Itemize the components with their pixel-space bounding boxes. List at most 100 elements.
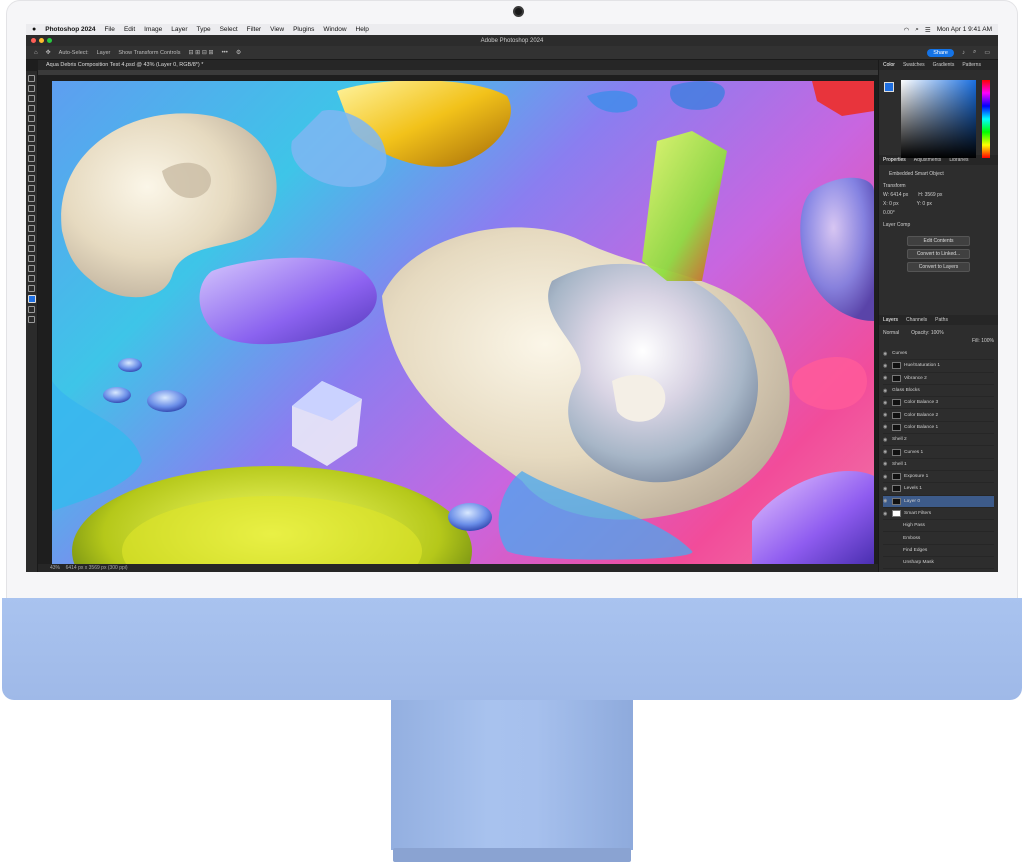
layer-row[interactable]: ◉ Color Balance 1 [883,422,994,435]
eye-icon[interactable]: ◉ [883,498,889,504]
document-canvas[interactable] [52,81,874,564]
eye-icon[interactable]: ◉ [883,486,889,492]
opacity-field[interactable]: Opacity: 100% [911,330,944,336]
menu-layer[interactable]: Layer [171,26,187,33]
clock[interactable]: Mon Apr 1 9:41 AM [937,26,992,33]
menu-select[interactable]: Select [220,26,238,33]
smart-filter-row[interactable]: Unsharp Mask [883,557,994,570]
y-field[interactable]: Y: 0 px [917,201,932,207]
path-select-tool[interactable] [28,245,35,252]
healing-tool[interactable] [28,145,35,152]
blend-mode-select[interactable]: Normal [883,330,899,336]
smart-filter-row[interactable]: High Pass [883,520,994,533]
lasso-tool[interactable] [28,95,35,102]
transform-controls-checkbox[interactable]: Show Transform Controls [118,50,180,56]
width-field[interactable]: W: 6414 px [883,192,908,198]
convert-to-layers-button[interactable]: Convert to Layers [907,262,970,272]
layer-row[interactable]: ◉ Shell 1 [883,459,994,471]
layer-row-selected[interactable]: ◉ Layer 0 [883,495,994,508]
eye-icon[interactable]: ◉ [883,511,889,517]
blur-tool[interactable] [28,205,35,212]
move-tool-icon[interactable]: ✥ [46,49,51,56]
layer-row[interactable]: ◉ Hue/Saturation 1 [883,360,994,373]
shape-tool[interactable] [28,255,35,262]
search-icon[interactable]: ⌕ [915,26,919,34]
fill-field[interactable]: Fill: 100% [972,338,994,344]
more-options-icon[interactable]: ••• [222,50,228,56]
menu-image[interactable]: Image [144,26,162,33]
object-select-tool[interactable] [28,105,35,112]
eye-icon[interactable]: ◉ [883,388,889,394]
document-tab[interactable]: Aqua Debris Composition Test 4.psd @ 43%… [38,60,878,70]
app-menu[interactable]: Photoshop 2024 [45,26,95,33]
eye-icon[interactable]: ◉ [883,437,889,443]
layer-row[interactable]: ◉ Color Balance 2 [883,409,994,422]
pen-tool[interactable] [28,225,35,232]
history-brush-tool[interactable] [28,175,35,182]
eye-icon[interactable]: ◉ [883,424,889,430]
eye-icon[interactable]: ◉ [883,351,889,357]
menu-help[interactable]: Help [356,26,369,33]
layer-row[interactable]: ◉ Exposure 1 [883,471,994,484]
zoom-level[interactable]: 43% [50,565,60,571]
eye-icon[interactable]: ◉ [883,363,889,369]
eye-icon[interactable]: ◉ [883,474,889,480]
layer-row[interactable]: ◉ Glass Blocks [883,385,994,398]
height-field[interactable]: H: 3569 px [918,192,942,198]
tab-color[interactable]: Color [883,62,895,68]
screen-mode-tool[interactable] [28,316,35,323]
zoom-tool[interactable] [28,275,35,282]
tab-layers[interactable]: Layers [883,317,898,323]
menu-filter[interactable]: Filter [247,26,261,33]
convert-to-linked-button[interactable]: Convert to Linked... [907,249,970,259]
hue-slider[interactable] [982,80,990,158]
settings-gear-icon[interactable]: ⚙ [236,49,241,56]
smart-filter-row[interactable]: Find Edges [883,545,994,558]
layer-row[interactable]: ◉ Vibrance 2 [883,373,994,385]
menu-type[interactable]: Type [196,26,210,33]
auto-select-checkbox[interactable]: Auto-Select: [59,50,89,56]
menu-plugins[interactable]: Plugins [293,26,314,33]
foreground-color-swatch[interactable] [27,295,36,303]
control-center-icon[interactable]: ☰ [925,26,931,34]
edit-contents-button[interactable]: Edit Contents [907,236,970,246]
frame-tool[interactable] [28,125,35,132]
marquee-tool[interactable] [28,85,35,92]
layer-row[interactable]: ◉ Curves 1 [883,446,994,459]
hand-tool[interactable] [28,265,35,272]
move-tool[interactable] [28,75,35,82]
tab-channels[interactable]: Channels [906,317,927,323]
crop-tool[interactable] [28,115,35,122]
brush-tool[interactable] [28,155,35,162]
eye-icon[interactable]: ◉ [883,400,889,406]
search-icon[interactable]: ⌕ [973,49,976,56]
layer-row[interactable]: ◉ Curves [883,348,994,361]
eyedropper-tool[interactable] [28,135,35,142]
dodge-tool[interactable] [28,215,35,222]
eye-icon[interactable]: ◉ [883,449,889,455]
tab-patterns[interactable]: Patterns [962,62,981,68]
eye-icon[interactable]: ◉ [883,412,889,418]
layer-row[interactable]: ◉ Color Balance 3 [883,397,994,410]
stamp-tool[interactable] [28,165,35,172]
menu-file[interactable]: File [104,26,114,33]
apple-icon[interactable]: ● [32,26,36,33]
layer-row[interactable]: ◉ Levels 1 [883,483,994,496]
tab-gradients[interactable]: Gradients [933,62,955,68]
tab-swatches[interactable]: Swatches [903,62,925,68]
angle-field[interactable]: 0.00° [883,210,994,216]
gradient-tool[interactable] [28,195,35,202]
x-field[interactable]: X: 0 px [883,201,899,207]
eye-icon[interactable]: ◉ [883,375,889,381]
wifi-icon[interactable]: ◠ [904,26,910,34]
workspace-icon[interactable]: ▭ [984,49,990,56]
layer-row[interactable]: ◉ Shell 2 [883,434,994,447]
bell-icon[interactable]: ♪ [962,50,965,56]
auto-select-target[interactable]: Layer [97,50,111,56]
more-tools[interactable] [28,285,35,292]
home-icon[interactable]: ⌂ [34,50,38,56]
quick-mask-tool[interactable] [28,306,35,313]
menu-window[interactable]: Window [323,26,346,33]
foreground-color[interactable] [884,82,894,92]
menu-view[interactable]: View [270,26,284,33]
